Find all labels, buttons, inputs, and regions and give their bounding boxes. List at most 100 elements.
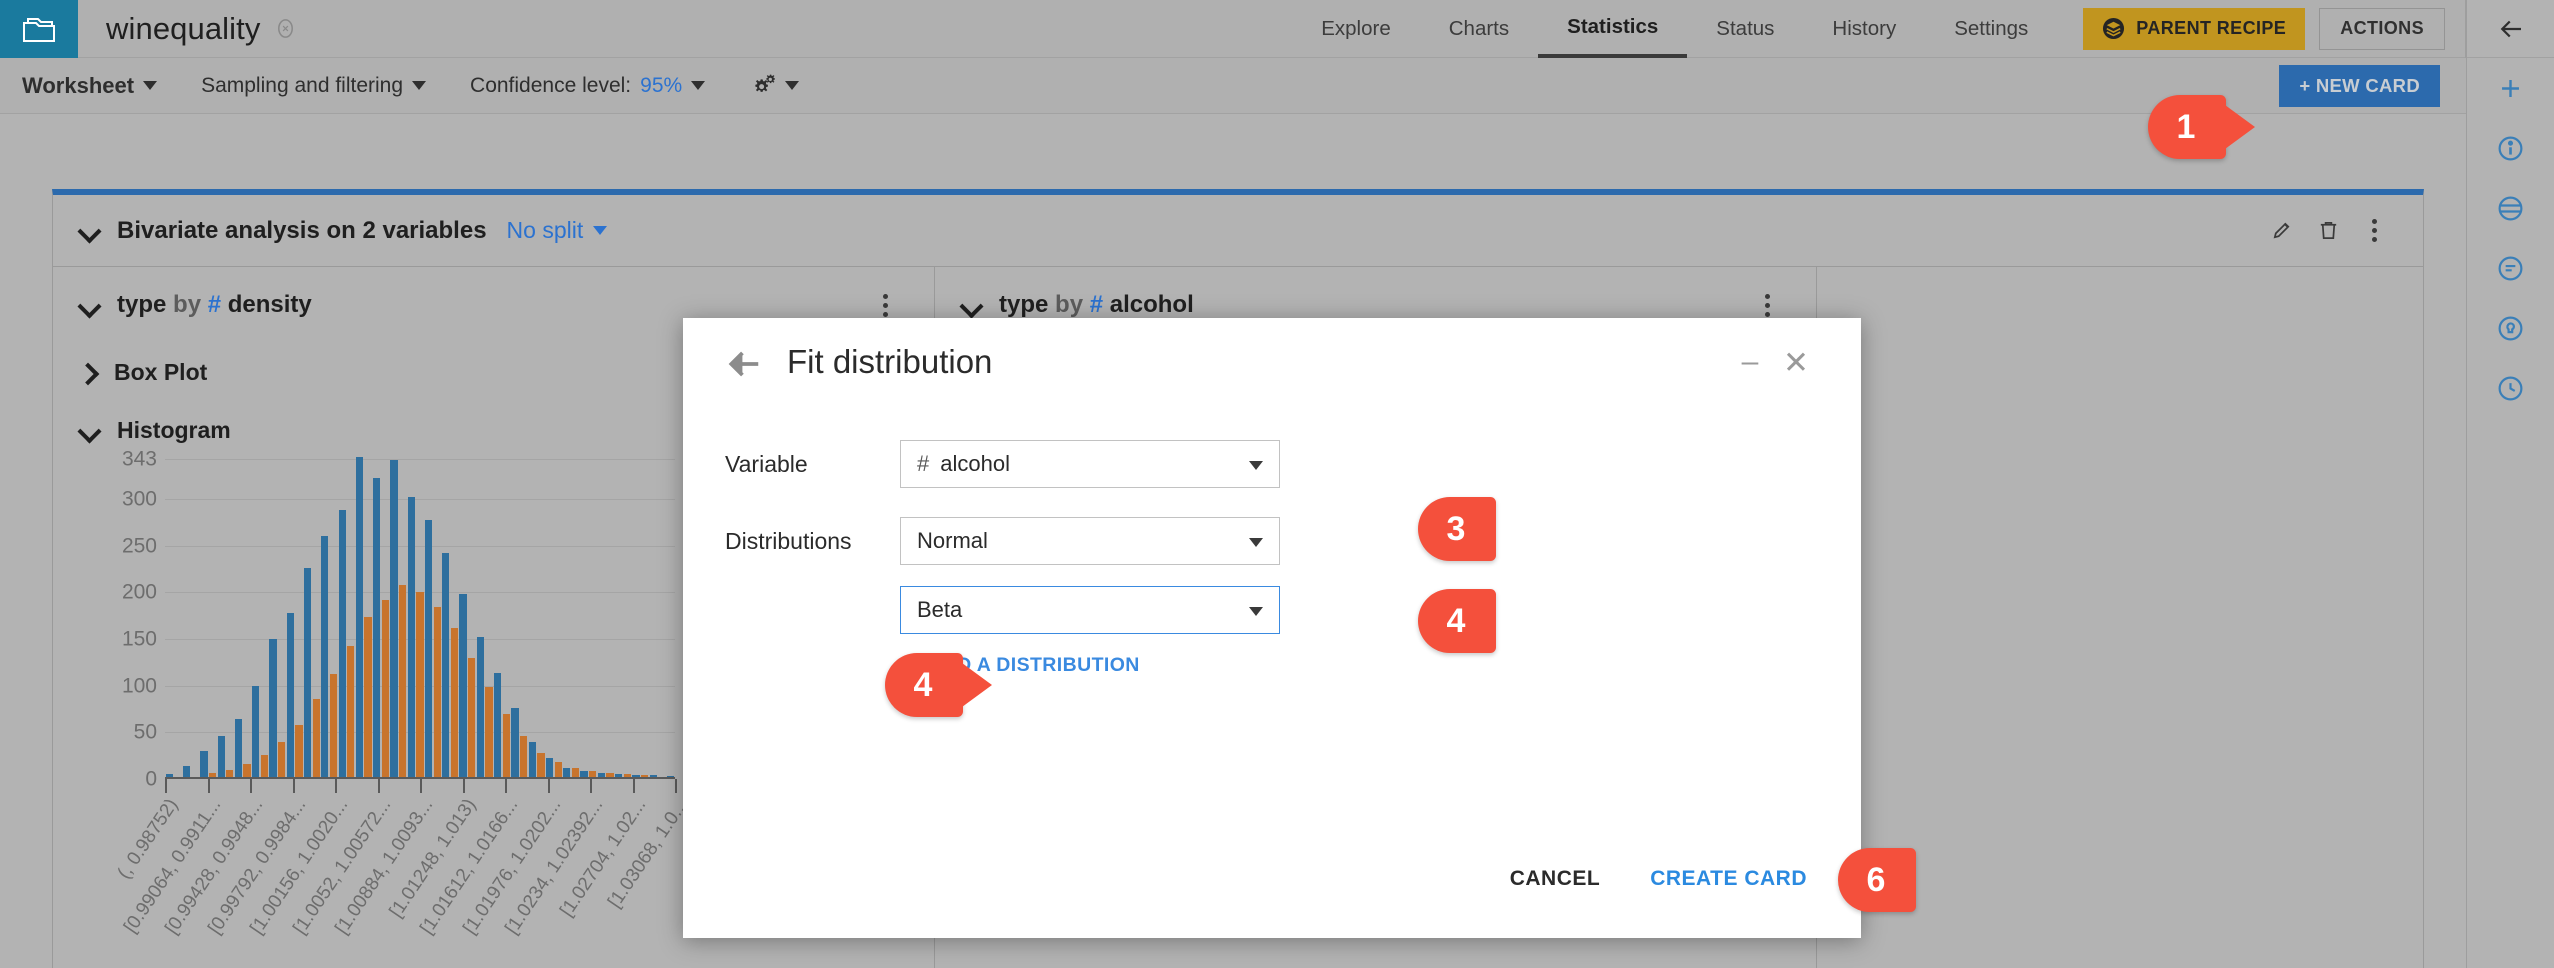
subcard-b-by: by [1055, 291, 1083, 318]
edit-card-button[interactable] [2259, 208, 2305, 254]
x-tick [548, 779, 550, 793]
new-card-button[interactable]: + NEW CARD [2279, 65, 2440, 107]
chevron-down-icon[interactable] [961, 295, 982, 316]
rail-comment-icon[interactable] [2467, 238, 2554, 298]
tab-statistics[interactable]: Statistics [1538, 0, 1687, 58]
histogram-x-ticks [165, 779, 675, 793]
histogram-bar [650, 775, 657, 777]
chevron-down-icon[interactable] [79, 295, 100, 316]
top-header: winequality Explore Charts Statistics St… [0, 0, 2466, 58]
hash-icon: # [208, 291, 221, 318]
rail-info-icon[interactable] [2467, 118, 2554, 178]
histogram-bar [339, 510, 346, 777]
split-selector[interactable]: No split [507, 217, 608, 244]
close-icon[interactable]: ✕ [1773, 339, 1819, 385]
histogram-bar [356, 457, 363, 777]
rail-add-icon[interactable] [2467, 58, 2554, 118]
actions-button[interactable]: ACTIONS [2319, 8, 2445, 50]
folder-icon[interactable] [0, 0, 78, 58]
tab-statistics-label: Statistics [1567, 15, 1658, 39]
x-tick [675, 779, 677, 793]
x-tick [590, 779, 592, 793]
distributions-label: Distributions [725, 528, 900, 555]
rail-layers-icon[interactable] [2467, 178, 2554, 238]
callout-4a-number: 4 [1418, 589, 1496, 653]
callout-1-pointer [2225, 105, 2255, 149]
tab-settings[interactable]: Settings [1925, 0, 2057, 58]
modal-back-button[interactable] [725, 345, 763, 379]
confidence-level-value: 95% [640, 74, 682, 98]
y-tick-label: 250 [122, 535, 157, 556]
x-tick [463, 779, 465, 793]
variable-select[interactable]: # alcohol [900, 440, 1280, 488]
histogram-bar [313, 699, 320, 777]
delete-card-button[interactable] [2305, 208, 2351, 254]
rail-clock-icon[interactable] [2467, 358, 2554, 418]
minimize-icon[interactable]: – [1727, 339, 1773, 385]
worksheet-settings-menu[interactable] [749, 74, 799, 97]
more-vertical-icon[interactable] [2351, 208, 2397, 254]
x-tick [208, 779, 210, 793]
tab-history[interactable]: History [1803, 0, 1925, 58]
histogram-bar [494, 673, 501, 777]
worksheet-menu[interactable]: Worksheet [22, 73, 157, 99]
right-rail [2466, 0, 2554, 968]
modal-title: Fit distribution [787, 343, 992, 381]
tab-status[interactable]: Status [1687, 0, 1803, 58]
histogram-bar [295, 725, 302, 777]
histogram-bar [209, 773, 216, 777]
cancel-button[interactable]: CANCEL [1504, 866, 1607, 892]
callout-4b-number: 4 [885, 653, 963, 717]
dataset-title: winequality [78, 0, 297, 57]
y-tick-label: 0 [145, 769, 157, 790]
parent-recipe-button[interactable]: PARENT RECIPE [2083, 8, 2305, 50]
histogram-bar [537, 753, 544, 777]
split-selector-label: No split [507, 217, 584, 244]
subcard-a-variable: density [228, 291, 312, 318]
chevron-down-icon [593, 226, 607, 235]
add-distribution-button[interactable]: + ADD A DISTRIBUTION [900, 652, 1819, 679]
cancel-label: CANCEL [1510, 867, 1601, 890]
histogram-bar [408, 497, 415, 777]
distribution-1-select[interactable]: Normal [900, 517, 1280, 565]
tab-charts[interactable]: Charts [1420, 0, 1538, 58]
sampling-filtering-menu[interactable]: Sampling and filtering [201, 74, 426, 98]
histogram-bar [200, 751, 207, 777]
tab-explore-label: Explore [1321, 17, 1391, 41]
modal-body: Variable # alcohol Distributions Normal [683, 406, 1861, 679]
create-card-button[interactable]: CREATE CARD [1644, 866, 1813, 892]
histogram-bar [485, 687, 492, 777]
histogram-bar [390, 460, 397, 777]
histogram-bar [226, 770, 233, 777]
histogram-bar [546, 758, 553, 777]
x-tick [165, 779, 167, 793]
analysis-card-title: Bivariate analysis on 2 variables [117, 217, 487, 245]
stack-icon [2102, 17, 2125, 40]
y-tick-label: 200 [122, 582, 157, 603]
modal-header: Fit distribution – ✕ [683, 318, 1861, 406]
histogram-bar [468, 658, 475, 777]
histogram-bar [477, 637, 484, 777]
analysis-card-header: Bivariate analysis on 2 variables No spl… [53, 195, 2423, 267]
chevron-down-icon [412, 81, 426, 90]
create-card-label: CREATE CARD [1650, 867, 1807, 890]
confidence-level-menu[interactable]: Confidence level: 95% [470, 74, 705, 98]
histogram-bar [451, 628, 458, 777]
histogram-bar [364, 617, 371, 777]
tab-settings-label: Settings [1954, 17, 2028, 41]
histogram-plot-area [165, 459, 675, 779]
histogram-bar [598, 773, 605, 777]
rail-lightbulb-icon[interactable] [2467, 298, 2554, 358]
chevron-down-icon [785, 81, 799, 90]
rail-collapse-button[interactable] [2467, 0, 2554, 58]
histogram-bar [520, 736, 527, 777]
compass-icon[interactable] [274, 17, 297, 40]
tab-explore[interactable]: Explore [1292, 0, 1420, 58]
histogram-bar [624, 774, 631, 777]
distribution-2-select[interactable]: Beta [900, 586, 1280, 634]
histogram-bar [235, 719, 242, 777]
histogram-bar [580, 771, 587, 777]
chevron-down-icon [1249, 538, 1263, 547]
chevron-down-icon[interactable] [79, 220, 100, 241]
confidence-level-label: Confidence level: [470, 74, 631, 98]
